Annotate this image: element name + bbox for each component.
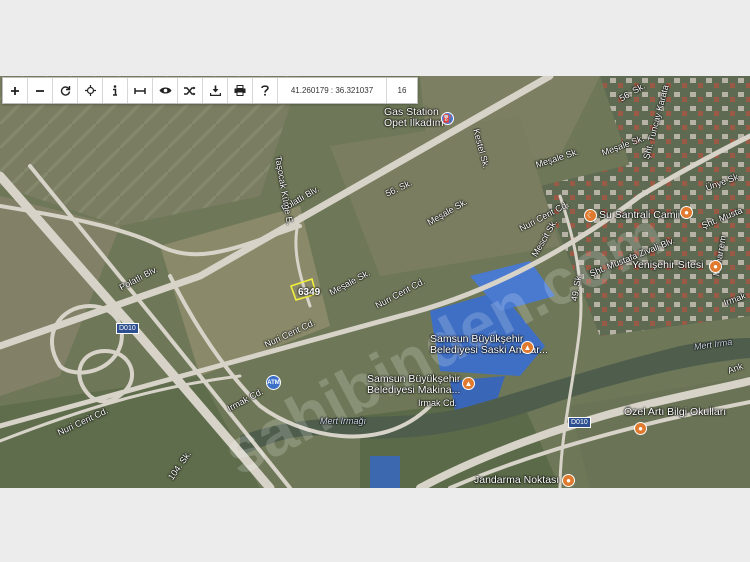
bottom-margin [0, 488, 750, 562]
measure-icon [134, 87, 146, 94]
government-icon: ▲ [462, 377, 475, 390]
highway-shield: D010 [568, 417, 591, 428]
coordinates-readout: 41.260179 : 36.321037 [278, 78, 387, 103]
download-icon [209, 85, 221, 96]
fuel-icon: ⛽ [441, 112, 454, 125]
download-button[interactable] [203, 78, 228, 103]
info-button[interactable] [103, 78, 128, 103]
zoom-in-button[interactable] [3, 78, 28, 103]
satellite-map[interactable]: sahibinden.com Polatlı Blv. Polatlı Blv.… [0, 76, 750, 488]
zoom-level: 16 [397, 86, 407, 95]
poi-belediye-makina[interactable]: Samsun Büyükşehir Belediyesi Makina... [367, 374, 460, 396]
print-icon [234, 85, 246, 96]
shuffle-icon [184, 86, 196, 95]
poi-su-santrali-camii[interactable]: Su Santrali Camii [599, 210, 680, 221]
shuffle-button[interactable] [178, 78, 203, 103]
river-label: Mert Irmağı [320, 416, 367, 426]
atm-icon[interactable]: ATM [266, 375, 281, 390]
minus-icon [36, 89, 44, 92]
school-icon: ● [634, 422, 647, 435]
parcel-number[interactable]: 6349 [298, 287, 320, 298]
view-button[interactable] [153, 78, 178, 103]
crosshair-icon [84, 85, 96, 96]
poi-jandarma-noktasi[interactable]: Jandarma Noktası [474, 475, 559, 486]
measure-button[interactable] [128, 78, 153, 103]
poi-yenisehir-sitesi[interactable]: Yenişehir Sitesi [632, 260, 703, 271]
info-icon [113, 85, 117, 96]
road-label: Irmak Cd. [418, 398, 458, 408]
help-button[interactable] [253, 78, 278, 103]
help-icon [261, 85, 269, 96]
locate-button[interactable] [78, 78, 103, 103]
government-icon: ▲ [521, 341, 534, 354]
eye-icon [159, 87, 171, 94]
place-icon: ● [680, 206, 693, 219]
refresh-icon [60, 86, 70, 96]
print-button[interactable] [228, 78, 253, 103]
map-toolbar: 41.260179 : 36.321037 16 [2, 77, 418, 104]
top-margin [0, 0, 750, 76]
place-icon: ● [709, 260, 722, 273]
poi-ozel-arti-bilgi[interactable]: Özel Artı Bilgi Okulları [624, 407, 726, 418]
place-icon: ● [562, 474, 575, 487]
mosque-icon: ☾ [584, 209, 597, 222]
poi-gas-station[interactable]: Gas Station Opet İlkadım [384, 107, 444, 129]
highway-shield: D010 [116, 323, 139, 334]
zoom-out-button[interactable] [28, 78, 53, 103]
plus-icon [11, 86, 19, 95]
refresh-button[interactable] [53, 78, 78, 103]
